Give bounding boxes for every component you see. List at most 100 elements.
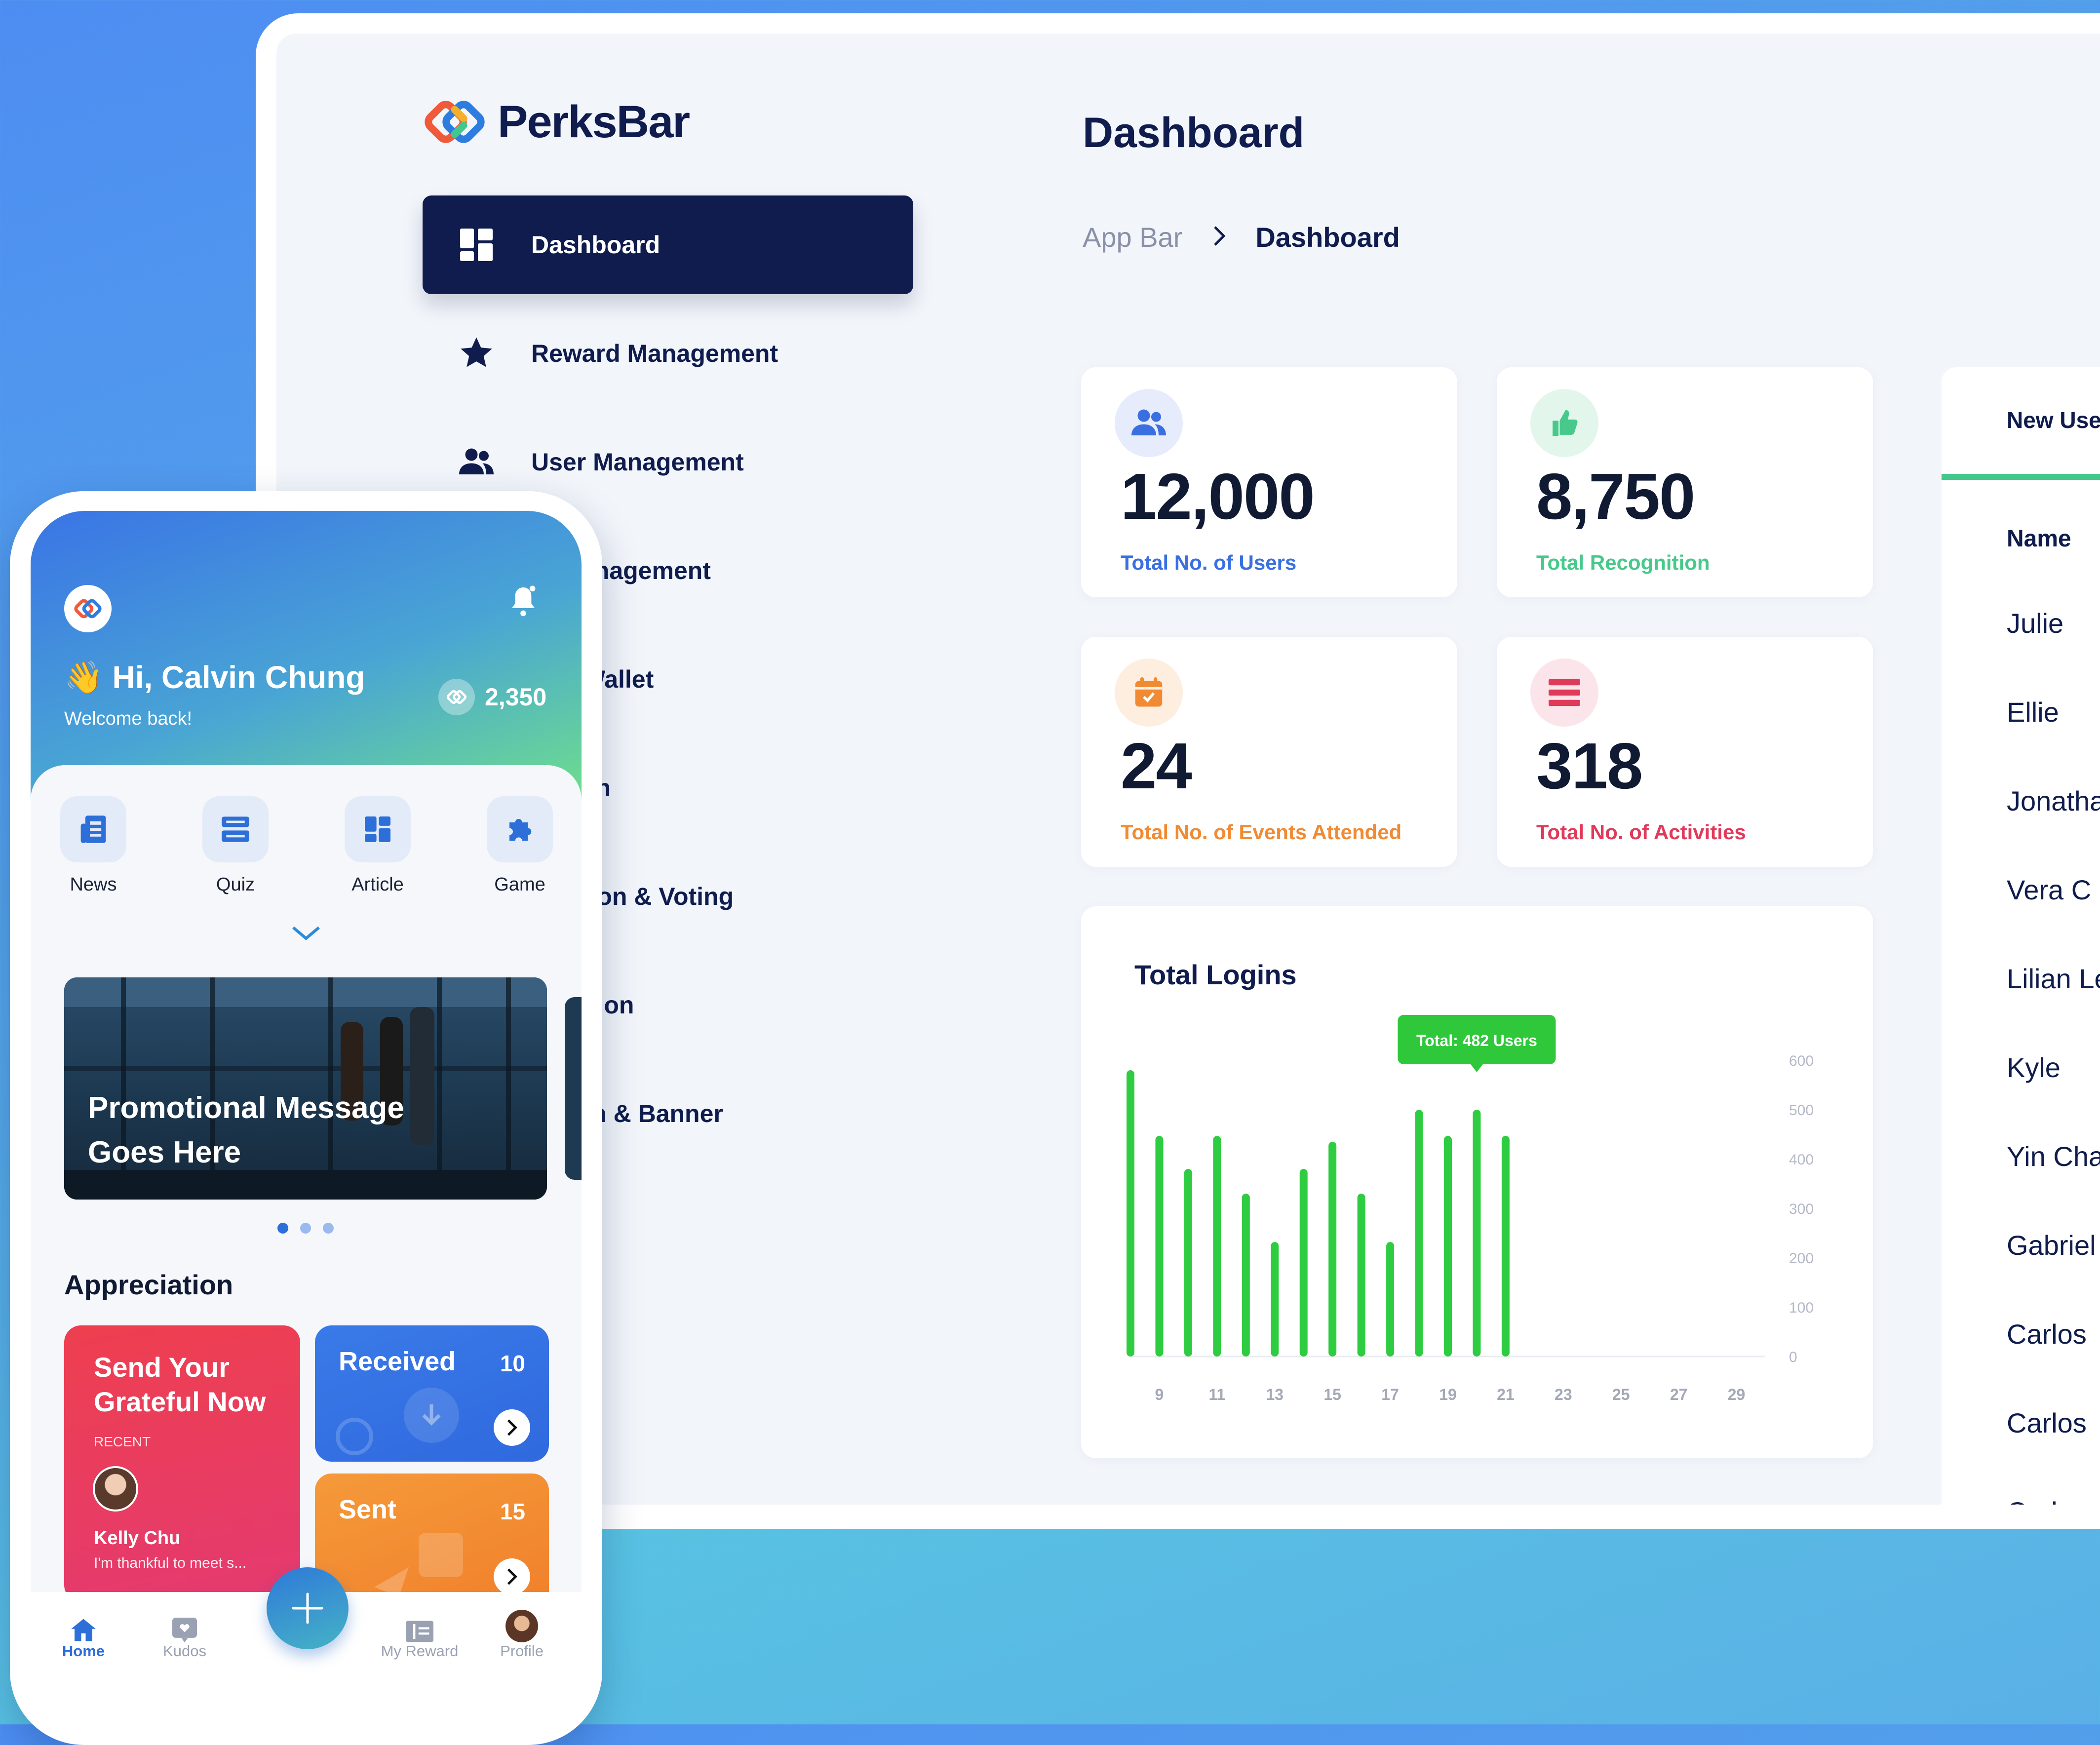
- stat-card-recognition: 8,750 Total Recognition: [1497, 367, 1873, 597]
- phone-screen: 👋 Hi, Calvin Chung Welcome back! 2,350 N…: [31, 511, 582, 1710]
- y-tick-label: 500: [1789, 1102, 1814, 1119]
- page-title: Dashboard: [1083, 109, 1305, 156]
- banner-text: Promotional Message Goes Here: [88, 1086, 404, 1175]
- tab-new-users[interactable]: New Use: [2007, 407, 2100, 433]
- banner-pagination: [277, 1223, 334, 1234]
- table-row[interactable]: Carlos: [2007, 1496, 2087, 1505]
- sidebar-item-reward-management[interactable]: Reward Management: [423, 304, 913, 403]
- sidebar-item-dashboard[interactable]: Dashboard: [423, 195, 913, 294]
- table-row[interactable]: Carlos: [2007, 1318, 2087, 1350]
- send-card-title: Send Your Grateful Now: [94, 1352, 266, 1417]
- quiz-icon: [202, 796, 269, 862]
- welcome-text: Welcome back!: [64, 708, 193, 729]
- promo-banner[interactable]: Promotional Message Goes Here: [64, 977, 547, 1200]
- chevron-right-icon: [1212, 221, 1226, 253]
- tooltip-pointer: [1470, 1063, 1484, 1072]
- y-tick-label: 100: [1789, 1300, 1814, 1316]
- x-tick-label: 15: [1323, 1386, 1341, 1403]
- sent-count: 15: [500, 1499, 525, 1524]
- table-row[interactable]: Gabriel: [2007, 1229, 2096, 1261]
- breadcrumb-parent[interactable]: App Bar: [1083, 221, 1182, 253]
- stat-label: Total Recognition: [1536, 551, 1710, 574]
- next-banner-peek[interactable]: [565, 997, 582, 1180]
- chart-bar: [1473, 1110, 1481, 1357]
- quick-action-game[interactable]: Game: [487, 796, 553, 895]
- article-icon: [345, 796, 411, 862]
- tab-profile[interactable]: Profile: [482, 1610, 561, 1660]
- chart-bar: [1357, 1194, 1365, 1357]
- pagination-dot-active[interactable]: [277, 1223, 288, 1234]
- users-icon: [456, 447, 497, 477]
- quick-action-quiz[interactable]: Quiz: [202, 796, 269, 895]
- chart-bar: [1184, 1169, 1192, 1357]
- sidebar-item-label: User Management: [531, 448, 744, 476]
- y-tick-label: 200: [1789, 1250, 1814, 1267]
- quick-action-article[interactable]: Article: [345, 796, 411, 895]
- points-value: 2,350: [485, 683, 547, 711]
- table-row[interactable]: Vera C: [2007, 874, 2091, 906]
- table-row[interactable]: Ellie: [2007, 696, 2059, 728]
- y-tick-label: 300: [1789, 1201, 1814, 1217]
- puzzle-icon: [487, 796, 553, 862]
- send-gratitude-card[interactable]: Send Your Grateful Now RECENT Kelly Chu …: [64, 1325, 300, 1602]
- dashboard-icon: [456, 229, 497, 261]
- pagination-dot[interactable]: [323, 1223, 334, 1234]
- tab-home[interactable]: Home: [44, 1613, 123, 1660]
- breadcrumb: App Bar Dashboard: [1083, 221, 1400, 253]
- sidebar-item-label: Reward Management: [531, 340, 778, 367]
- quick-action-label: Game: [494, 874, 545, 895]
- brand-logo[interactable]: PerksBar: [423, 95, 690, 149]
- phone-header: 👋 Hi, Calvin Chung Welcome back! 2,350: [31, 511, 582, 807]
- chevron-down-icon[interactable]: [291, 926, 321, 943]
- recent-label: RECENT: [94, 1434, 151, 1449]
- received-card[interactable]: Received 10: [315, 1325, 549, 1462]
- table-row[interactable]: Carlos: [2007, 1407, 2087, 1439]
- greeting-text: Hi, Calvin Chung: [112, 659, 365, 695]
- chart-bar: [1501, 1136, 1510, 1357]
- sender-name: Kelly Chu: [94, 1528, 181, 1549]
- add-button[interactable]: [267, 1567, 349, 1649]
- stat-card-activities: 318 Total No. of Activities: [1497, 637, 1873, 867]
- app-logo-icon[interactable]: [64, 585, 112, 632]
- received-label: Received: [339, 1347, 456, 1376]
- x-tick-label: 17: [1381, 1386, 1399, 1403]
- tab-my-reward[interactable]: My Reward: [370, 1613, 469, 1660]
- table-row[interactable]: Lilian Le: [2007, 963, 2100, 995]
- pagination-dot[interactable]: [300, 1223, 311, 1234]
- chevron-right-icon[interactable]: [494, 1558, 530, 1595]
- y-tick-label: 0: [1789, 1349, 1797, 1365]
- tab-kudos[interactable]: Kudos: [145, 1613, 224, 1660]
- bell-icon[interactable]: [509, 585, 537, 620]
- stat-label: Total No. of Activities: [1536, 820, 1746, 844]
- news-icon: [60, 796, 126, 862]
- greeting: 👋 Hi, Calvin Chung: [64, 659, 365, 696]
- chevron-right-icon[interactable]: [494, 1409, 530, 1446]
- chart-bar: [1242, 1194, 1250, 1357]
- x-tick-label: 27: [1670, 1386, 1688, 1403]
- table-row[interactable]: Kyle: [2007, 1051, 2061, 1084]
- column-header-name[interactable]: Name: [2007, 525, 2071, 552]
- chart-bar: [1415, 1110, 1423, 1357]
- y-tick-label: 600: [1789, 1053, 1814, 1069]
- x-tick-label: 11: [1208, 1386, 1225, 1403]
- tab-label: Profile: [500, 1642, 544, 1660]
- tab-active-indicator: [1942, 474, 2100, 480]
- x-tick-label: 19: [1439, 1386, 1457, 1403]
- table-row[interactable]: Jonatha: [2007, 785, 2100, 817]
- list-icon: [1530, 659, 1598, 727]
- perksbar-logo-icon: [423, 95, 487, 149]
- points-badge[interactable]: 2,350: [438, 679, 546, 715]
- chart-bar: [1127, 1070, 1134, 1357]
- reward-icon: [370, 1613, 469, 1642]
- chart-bar: [1328, 1142, 1337, 1357]
- table-row[interactable]: Yin Cha: [2007, 1140, 2100, 1172]
- tooltip-text: Total: 482 Users: [1416, 1032, 1537, 1049]
- quick-action-news[interactable]: News: [60, 796, 126, 895]
- kudos-icon: [145, 1613, 224, 1642]
- stat-value: 8,750: [1536, 460, 1695, 533]
- section-title-appreciation: Appreciation: [64, 1269, 233, 1300]
- table-row[interactable]: Julie: [2007, 607, 2063, 639]
- x-tick-label: 13: [1266, 1386, 1283, 1403]
- chart-bar: [1155, 1136, 1164, 1357]
- calendar-icon: [1115, 659, 1183, 727]
